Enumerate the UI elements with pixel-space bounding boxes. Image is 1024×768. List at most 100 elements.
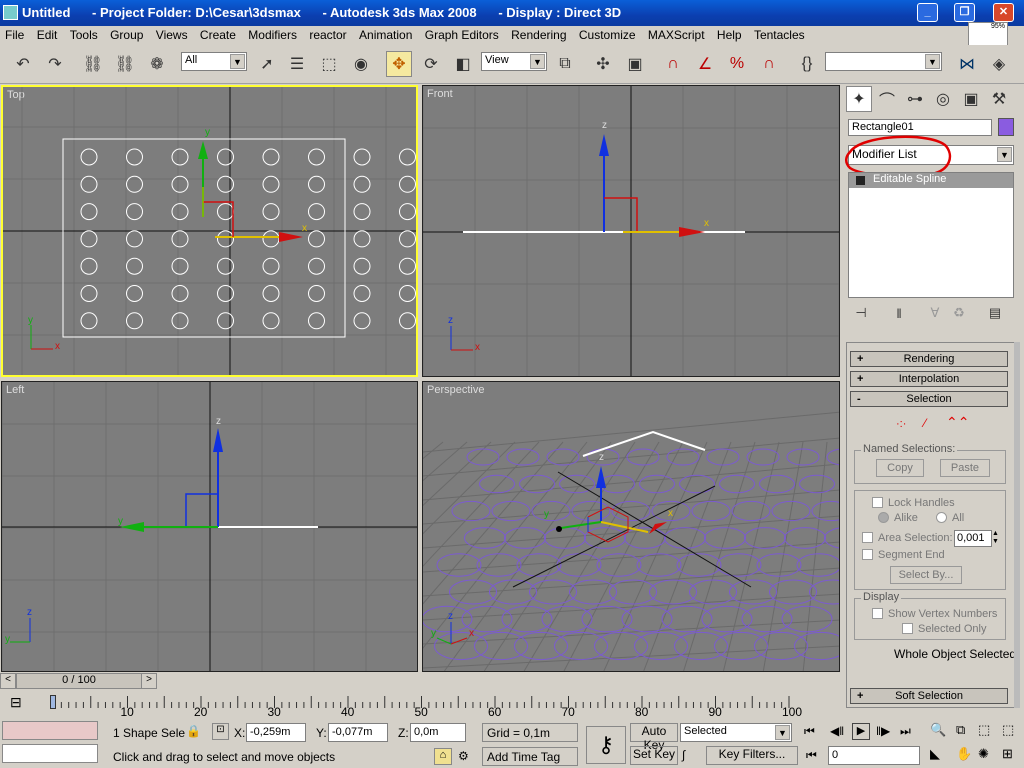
- motion-tab-icon[interactable]: ◎: [930, 86, 956, 112]
- all-radio[interactable]: All: [936, 512, 964, 524]
- viewport-front[interactable]: Front z x z x: [422, 85, 840, 377]
- segment-end-checkbox[interactable]: Segment End: [862, 549, 945, 561]
- isolate-icon[interactable]: ⌂: [434, 748, 452, 765]
- time-counter[interactable]: 0 / 100: [16, 673, 142, 689]
- area-selection-checkbox[interactable]: Area Selection:: [862, 532, 953, 544]
- rollout-interpolation[interactable]: + Interpolation: [850, 371, 1008, 387]
- show-vertex-numbers-checkbox[interactable]: Show Vertex Numbers: [872, 608, 997, 620]
- rollout-selection[interactable]: - Selection: [850, 391, 1008, 407]
- prev-frame-icon[interactable]: ◀‖: [830, 724, 844, 738]
- modify-tab-icon[interactable]: ⌒: [874, 86, 900, 112]
- show-end-result-icon[interactable]: ‖: [886, 300, 912, 326]
- stack-item-editable-spline[interactable]: Editable Spline: [849, 173, 1013, 188]
- named-selection-dropdown[interactable]: ▼: [825, 52, 942, 71]
- viewport-top[interactable]: Top y x y x: [1, 85, 418, 377]
- spline-level-icon[interactable]: ⌃⌃: [946, 414, 969, 431]
- menu-help[interactable]: Help: [712, 26, 746, 42]
- menu-edit[interactable]: Edit: [32, 26, 62, 42]
- configure-sets-icon[interactable]: ▤: [982, 300, 1008, 326]
- next-frame-icon[interactable]: ‖▶: [876, 724, 890, 738]
- key-mode-dropdown[interactable]: Selected ▼: [680, 723, 792, 742]
- current-frame-field[interactable]: 0: [828, 746, 920, 765]
- zoom-all-icon[interactable]: ⧉: [956, 722, 965, 738]
- rollout-rendering[interactable]: + Rendering: [850, 351, 1008, 367]
- redo-icon[interactable]: ↷: [42, 51, 68, 77]
- select-link-icon[interactable]: ⛓: [80, 51, 106, 77]
- x-coordinate-field[interactable]: -0,259m: [246, 723, 306, 742]
- make-unique-icon[interactable]: ∀: [922, 300, 948, 326]
- key-mode-toggle-icon[interactable]: ⏮: [806, 748, 817, 763]
- field-of-view-icon[interactable]: ◣: [930, 746, 940, 762]
- zoom-extents-all-icon[interactable]: ⬚: [1002, 722, 1014, 738]
- tangent-icon[interactable]: ∫: [682, 748, 685, 762]
- track-bar[interactable]: ⊟ 10 20 30 40 50 60 70 80 90 100: [0, 690, 820, 718]
- absolute-mode-icon[interactable]: ⊡: [212, 723, 229, 740]
- display-tab-icon[interactable]: ▣: [958, 86, 984, 112]
- select-by-button[interactable]: Select By...: [890, 566, 962, 584]
- play-icon[interactable]: ▶: [852, 723, 870, 740]
- alike-radio[interactable]: Alike: [878, 512, 918, 524]
- snap-3d-icon[interactable]: ∩: [660, 51, 686, 77]
- lock-handles-checkbox[interactable]: Lock Handles: [872, 497, 955, 509]
- modifier-stack[interactable]: Editable Spline: [848, 172, 1014, 298]
- minimize-button[interactable]: _: [917, 3, 938, 22]
- viewport-perspective[interactable]: Perspective z y x z x y: [422, 381, 840, 672]
- menu-create[interactable]: Create: [195, 26, 240, 42]
- menu-file[interactable]: File: [0, 26, 28, 42]
- auto-key-button[interactable]: Auto Key: [630, 723, 678, 752]
- copy-button[interactable]: Copy: [876, 459, 924, 477]
- edit-named-selection-icon[interactable]: {}: [794, 51, 820, 77]
- goto-start-icon[interactable]: ⏮: [804, 724, 815, 739]
- menu-animation[interactable]: Animation: [354, 26, 416, 42]
- pan-icon[interactable]: ✋: [956, 746, 972, 762]
- zoom-extents-icon[interactable]: ⬚: [978, 722, 990, 738]
- move-icon[interactable]: ✥: [386, 51, 412, 77]
- mirror-icon[interactable]: ⋈: [954, 51, 980, 77]
- select-by-name-icon[interactable]: ☰: [284, 51, 310, 77]
- maxscript-listener-white[interactable]: [2, 744, 98, 763]
- align-icon[interactable]: ◈: [986, 51, 1012, 77]
- hierarchy-tab-icon[interactable]: ⊶: [902, 86, 928, 112]
- ref-coord-dropdown[interactable]: View ▼: [481, 52, 547, 71]
- selection-filter-dropdown[interactable]: All ▼: [181, 52, 247, 71]
- utilities-tab-icon[interactable]: ⚒: [986, 86, 1012, 112]
- create-tab-icon[interactable]: ✦: [846, 86, 872, 112]
- manipulate-icon[interactable]: ✣: [590, 51, 616, 77]
- set-key-icon[interactable]: ⚷: [586, 726, 626, 764]
- menu-tentacles[interactable]: Tentacles: [749, 26, 809, 42]
- rollout-soft-selection[interactable]: + Soft Selection: [850, 688, 1008, 704]
- keyboard-shortcut-icon[interactable]: ▣: [622, 51, 648, 77]
- maxscript-listener-pink[interactable]: [2, 721, 98, 740]
- zoom-icon[interactable]: 🔍: [930, 722, 946, 738]
- panel-scrollbar[interactable]: [1014, 342, 1020, 708]
- close-button[interactable]: ✕: [993, 3, 1014, 22]
- vertex-level-icon[interactable]: ·:·: [896, 418, 906, 430]
- menu-group[interactable]: Group: [105, 26, 147, 42]
- goto-end-icon[interactable]: ⏭: [900, 724, 911, 739]
- area-spinner[interactable]: ▲ ▼: [992, 530, 1001, 547]
- rect-selection-icon[interactable]: ⬚: [316, 51, 342, 77]
- window-crossing-icon[interactable]: ◉: [348, 51, 374, 77]
- menu-tools[interactable]: Tools: [65, 26, 102, 42]
- undo-icon[interactable]: ↶: [10, 51, 36, 77]
- spinner-snap-icon[interactable]: ∩: [756, 51, 782, 77]
- remove-modifier-icon[interactable]: ♻: [946, 300, 972, 326]
- restore-button[interactable]: ❐: [954, 3, 975, 22]
- unlink-icon[interactable]: ⛓: [112, 51, 138, 77]
- menu-graph-editors[interactable]: Graph Editors: [420, 26, 503, 42]
- angle-snap-icon[interactable]: ∠: [692, 51, 718, 77]
- bind-space-warp-icon[interactable]: ❁: [144, 51, 170, 77]
- time-tag-icon[interactable]: ⚙: [458, 749, 469, 763]
- selected-only-checkbox[interactable]: Selected Only: [902, 623, 986, 635]
- menu-reactor[interactable]: reactor: [304, 26, 350, 42]
- menu-customize[interactable]: Customize: [574, 26, 640, 42]
- time-prev-button[interactable]: <: [0, 673, 16, 689]
- percent-snap-icon[interactable]: %: [724, 51, 750, 77]
- menu-rendering[interactable]: Rendering: [506, 26, 570, 42]
- menu-maxscript[interactable]: MAXScript: [643, 26, 709, 42]
- area-selection-value[interactable]: 0,001: [954, 530, 992, 547]
- segment-level-icon[interactable]: ⁄: [924, 416, 926, 430]
- rotate-icon[interactable]: ⟳: [418, 51, 444, 77]
- scale-icon[interactable]: ◧: [450, 51, 476, 77]
- time-slider[interactable]: < 0 / 100 >: [0, 672, 842, 690]
